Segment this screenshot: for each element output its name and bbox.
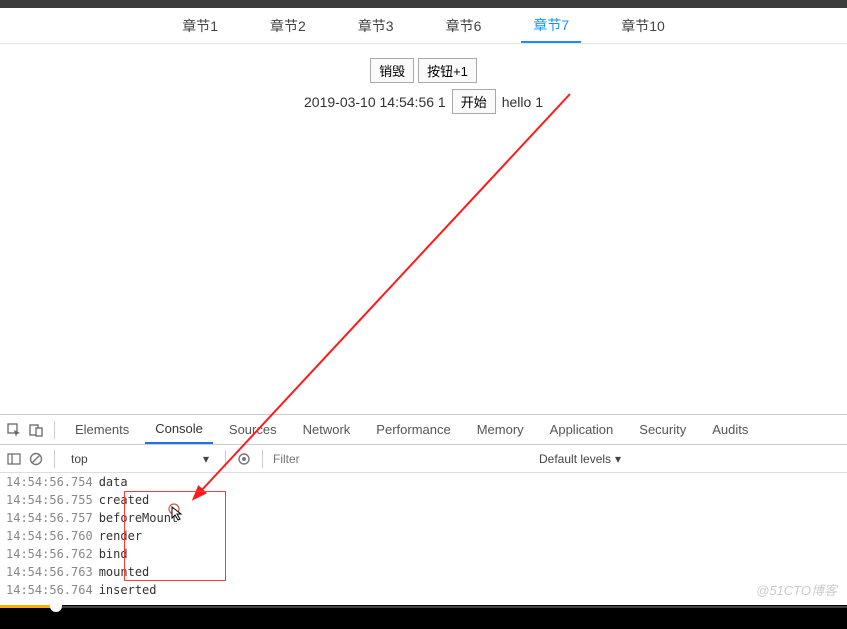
- hello-text: hello 1: [502, 94, 543, 110]
- start-button[interactable]: 开始: [452, 89, 496, 114]
- devtools-tab-console[interactable]: Console: [145, 415, 213, 444]
- chevron-down-icon: ▾: [615, 452, 621, 466]
- tab-chapter-6[interactable]: 章节6: [434, 8, 494, 43]
- sidebar-toggle-icon[interactable]: [6, 451, 22, 467]
- tab-chapter-3[interactable]: 章节3: [346, 8, 406, 43]
- console-log-row: 14:54:56.764inserted: [0, 581, 847, 599]
- log-levels-select[interactable]: Default levels ▾: [539, 452, 621, 466]
- devtools-tab-bar: Elements Console Sources Network Perform…: [0, 415, 847, 445]
- chapter-tabs: 章节1 章节2 章节3 章节6 章节7 章节10: [0, 8, 847, 44]
- video-progress-bar[interactable]: [0, 605, 847, 629]
- devtools-tab-security[interactable]: Security: [629, 415, 696, 444]
- separator: [262, 450, 263, 468]
- separator: [225, 450, 226, 468]
- timestamp-text: 2019-03-10 14:54:56 1: [304, 94, 446, 110]
- destroy-button[interactable]: 销毁: [370, 58, 414, 83]
- tab-chapter-7[interactable]: 章节7: [521, 8, 581, 43]
- console-output: 14:54:56.754data 14:54:56.755created 14:…: [0, 473, 847, 599]
- progress-knob[interactable]: [50, 600, 62, 612]
- watermark-text: @51CTO博客: [756, 580, 837, 599]
- console-log-row: 14:54:56.763mounted: [0, 563, 847, 581]
- tab-chapter-2[interactable]: 章节2: [258, 8, 318, 43]
- button-plus-one[interactable]: 按钮+1: [418, 58, 477, 83]
- separator: [54, 450, 55, 468]
- console-log-row: 14:54:56.755created: [0, 491, 847, 509]
- console-log-row: 14:54:56.760render: [0, 527, 847, 545]
- devtools-tab-elements[interactable]: Elements: [65, 415, 139, 444]
- console-log-row: 14:54:56.754data: [0, 473, 847, 491]
- progress-track: [55, 606, 847, 608]
- page-content: 销毁 按钮+1 2019-03-10 14:54:56 1 开始 hello 1: [0, 44, 847, 414]
- live-expression-icon[interactable]: [236, 451, 252, 467]
- tab-chapter-1[interactable]: 章节1: [170, 8, 230, 43]
- inspect-element-icon[interactable]: [6, 422, 22, 438]
- devtools-tab-network[interactable]: Network: [293, 415, 361, 444]
- levels-label: Default levels: [539, 452, 611, 466]
- console-log-row: 14:54:56.757beforeMount: [0, 509, 847, 527]
- devtools-tab-performance[interactable]: Performance: [366, 415, 460, 444]
- devtools-panel: Elements Console Sources Network Perform…: [0, 414, 847, 599]
- execution-context-select[interactable]: top ▾: [65, 450, 215, 468]
- console-log-row: 14:54:56.762bind: [0, 545, 847, 563]
- window-topbar: [0, 0, 847, 8]
- console-filter-input[interactable]: [273, 452, 533, 466]
- chevron-down-icon: ▾: [203, 452, 209, 466]
- device-toggle-icon[interactable]: [28, 422, 44, 438]
- devtools-tab-audits[interactable]: Audits: [702, 415, 758, 444]
- context-label: top: [71, 452, 88, 466]
- console-toolbar: top ▾ Default levels ▾: [0, 445, 847, 473]
- devtools-tab-application[interactable]: Application: [540, 415, 624, 444]
- clear-console-icon[interactable]: [28, 451, 44, 467]
- devtools-tab-memory[interactable]: Memory: [467, 415, 534, 444]
- devtools-tab-sources[interactable]: Sources: [219, 415, 287, 444]
- separator: [54, 421, 55, 439]
- tab-chapter-10[interactable]: 章节10: [609, 8, 677, 43]
- progress-fill: [0, 605, 55, 608]
